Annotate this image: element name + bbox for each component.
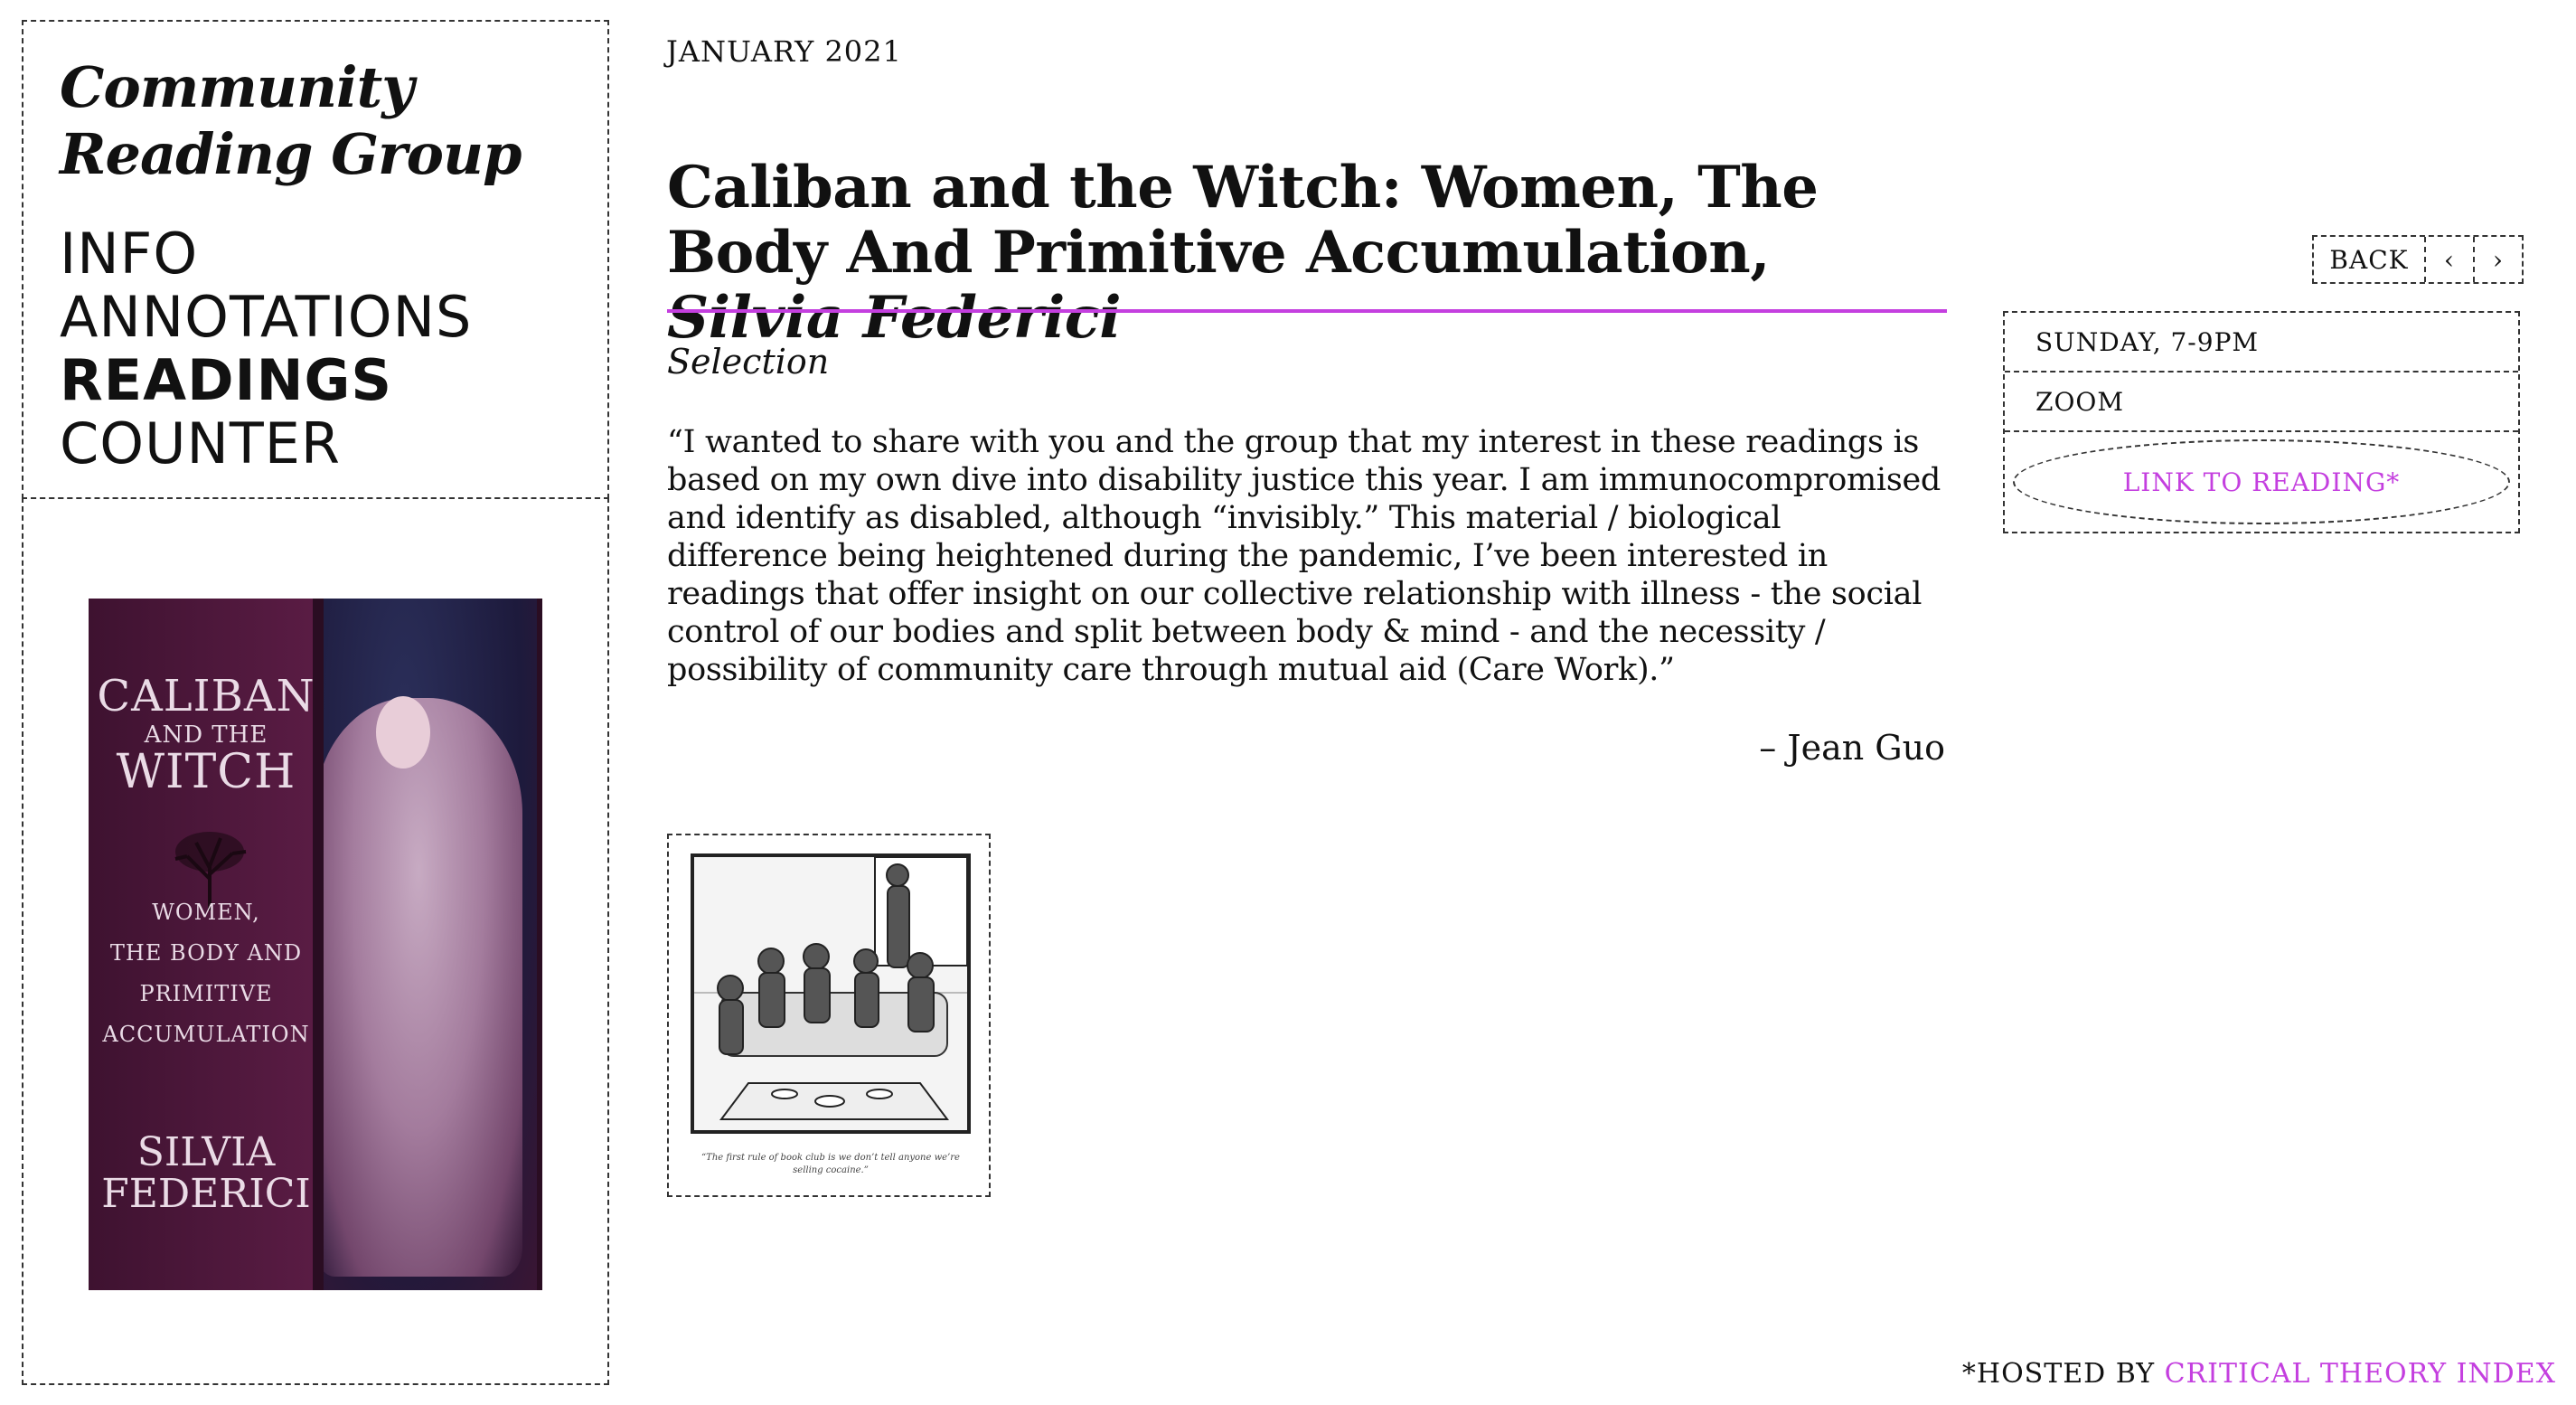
cover-frame xyxy=(313,599,542,1290)
event-time: SUNDAY, 7-9PM xyxy=(2005,313,2518,372)
cartoon-caption: “The first rule of book club is we don’t… xyxy=(701,1153,960,1175)
cover-title-line1: CALIBAN xyxy=(97,671,315,721)
nav-item-readings[interactable]: READINGS xyxy=(60,349,571,412)
cover-author: SILVIA FEDERICI xyxy=(89,1132,324,1215)
event-info-panel: SUNDAY, 7-9PM ZOOM LINK TO READING* xyxy=(2003,311,2520,533)
site-title[interactable]: Community Reading Group xyxy=(60,54,571,188)
cover-title-line2: WITCH xyxy=(116,745,296,799)
cover-panel: CALIBAN AND THE WITCH WOMEN, THE BODY AN… xyxy=(22,497,609,1385)
cover-title-top: CALIBAN AND THE xyxy=(89,671,324,749)
cover-subtitle: WOMEN, THE BODY AND PRIMITIVE ACCUMULATI… xyxy=(89,892,324,1055)
quote-attribution: – Jean Guo xyxy=(1759,728,1945,768)
book-club-illustration xyxy=(694,857,967,1130)
book-cover-image: CALIBAN AND THE WITCH WOMEN, THE BODY AN… xyxy=(89,599,542,1290)
nav-item-counter[interactable]: COUNTER xyxy=(60,412,571,476)
site-title-line2: Reading Group xyxy=(60,121,522,187)
link-to-reading-button[interactable]: LINK TO READING* xyxy=(2013,439,2510,524)
back-button[interactable]: BACK xyxy=(2314,237,2424,282)
nav-item-info[interactable]: INFO xyxy=(60,222,571,286)
reading-title-text: Caliban and the Witch: Women, The Body A… xyxy=(667,154,1819,287)
cartoon-thumbnail[interactable]: “The first rule of book club is we don’t… xyxy=(667,834,991,1197)
title-divider xyxy=(667,309,1947,313)
reading-navigation: BACK ‹ › xyxy=(2312,235,2524,284)
selection-label: Selection xyxy=(667,342,830,382)
cover-subtitle-line: PRIMITIVE xyxy=(139,981,273,1006)
chevron-right-icon[interactable]: › xyxy=(2473,237,2522,282)
event-location: ZOOM xyxy=(2005,372,2518,432)
cartoon-image xyxy=(691,853,971,1134)
main-nav: INFO ANNOTATIONS READINGS COUNTER xyxy=(60,222,571,476)
footer-prefix: *HOSTED BY xyxy=(1961,1358,2165,1390)
cover-subtitle-line: WOMEN, xyxy=(152,900,260,925)
nav-item-annotations[interactable]: ANNOTATIONS xyxy=(60,286,571,349)
cover-subtitle-line: ACCUMULATION xyxy=(102,1022,310,1047)
footer-credit: *HOSTED BY CRITICAL THEORY INDEX xyxy=(1962,1358,2556,1390)
reading-title: Caliban and the Witch: Women, The Body A… xyxy=(667,156,1951,351)
cover-author-line1: SILVIA xyxy=(136,1129,276,1175)
reading-link-row: LINK TO READING* xyxy=(2005,432,2518,532)
cover-author-line2: FEDERICI xyxy=(101,1171,311,1217)
reading-quote: “I wanted to share with you and the grou… xyxy=(667,424,1941,688)
site-title-line1: Community xyxy=(60,54,414,120)
sidebar-header: Community Reading Group INFO ANNOTATIONS… xyxy=(22,20,609,499)
chevron-left-icon[interactable]: ‹ xyxy=(2424,237,2473,282)
critical-theory-index-link[interactable]: CRITICAL THEORY INDEX xyxy=(2165,1358,2556,1390)
cover-subtitle-line: THE BODY AND xyxy=(109,940,303,966)
reading-date: JANUARY 2021 xyxy=(666,34,902,69)
